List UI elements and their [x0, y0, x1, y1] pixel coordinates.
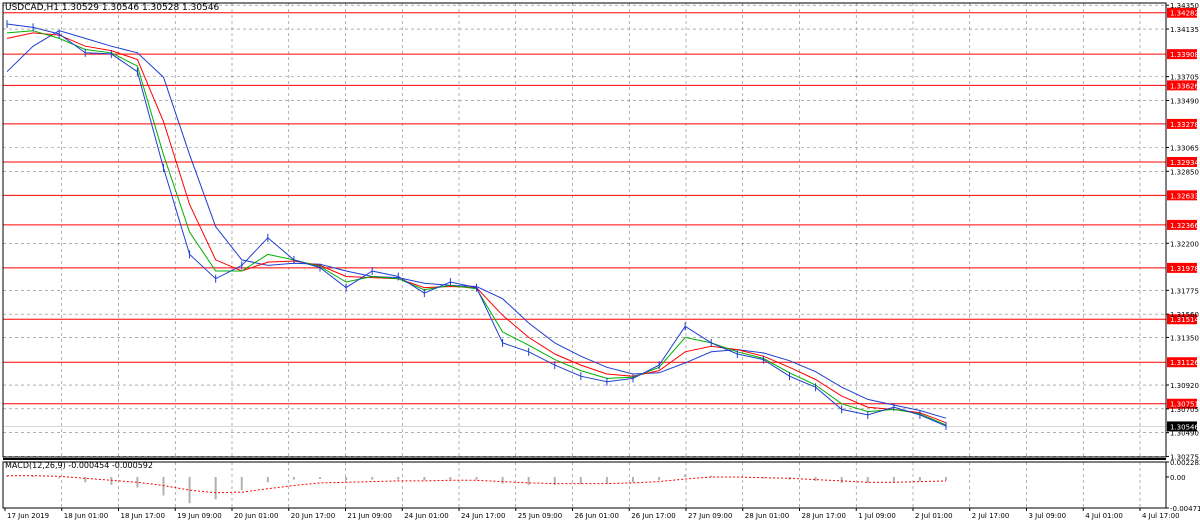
y-tick-label: 1.30705: [1170, 406, 1199, 414]
price-level-label: 1.32934: [1170, 159, 1199, 167]
ma-fast: [6, 30, 947, 426]
y-tick-label: 1.33705: [1170, 74, 1199, 82]
y-tick-label: 1.32850: [1170, 168, 1199, 176]
macd-y-tick-label: -0.004718: [1170, 505, 1200, 513]
axes: 17 Jun 2019 18 Jun 01:00 18 Jun 17:00 19 Ju…: [2, 2, 1200, 520]
price-level-label: 1.32633: [1170, 192, 1199, 200]
y-tick-label: 1.33065: [1170, 145, 1199, 153]
macd-label: MACD(12,26,9) -0.000454 -0.000592: [5, 461, 153, 470]
macd-panel: [6, 474, 947, 504]
price-level-label: 1.32366: [1170, 222, 1199, 230]
x-tick-label: 1 Jul 09:00: [858, 512, 896, 520]
grid: [3, 3, 1166, 508]
x-tick-label: 28 Jun 01:00: [745, 512, 789, 520]
x-tick-label: 3 Jul 09:00: [1029, 512, 1067, 520]
x-tick-label: 24 Jun 01:00: [404, 512, 448, 520]
price-level-label: 1.33278: [1170, 121, 1199, 129]
horizontal-levels: 1.34282 1.33908 1.33626 1.33278 1.32934 1.326…: [3, 7, 1199, 432]
y-tick-label: 1.34350: [1170, 2, 1199, 10]
price-level-label: 1.33908: [1170, 51, 1199, 59]
x-tick-label: 17 Jun 2019: [7, 512, 49, 520]
y-tick-label: 1.30920: [1170, 382, 1199, 390]
y-tick-label: 1.34135: [1170, 26, 1199, 34]
main-frame: [2, 2, 1167, 458]
y-tick-label: 1.31350: [1170, 334, 1199, 342]
x-tick-label: 25 Jun 09:00: [518, 512, 562, 520]
ma-mid: [6, 32, 947, 424]
x-tick-label: 2 Jul 01:00: [915, 512, 953, 520]
x-tick-label: 18 Jun 01:00: [64, 512, 108, 520]
price-level-label: 1.31978: [1170, 265, 1199, 273]
macd-y-tick-label: 0.002282: [1170, 459, 1200, 467]
x-tick-label: 26 Jun 01:00: [575, 512, 619, 520]
chart-window[interactable]: 1.34282 1.33908 1.33626 1.33278 1.32934 1.326…: [0, 0, 1200, 523]
price-level-label: 1.31126: [1170, 359, 1199, 367]
chart-title: USDCAD,H1 1.30529 1.30546 1.30528 1.3054…: [5, 3, 220, 13]
price-level-label: 1.33626: [1170, 82, 1199, 90]
x-tick-label: 24 Jun 17:00: [461, 512, 505, 520]
y-tick-label: 1.30490: [1170, 430, 1199, 438]
x-tick-label: 27 Jun 09:00: [688, 512, 732, 520]
x-tick-label: 26 Jun 17:00: [631, 512, 675, 520]
y-tick-label: 1.31560: [1170, 311, 1199, 319]
macd-y-tick-label: 0.00: [1170, 474, 1186, 482]
y-tick-label: 1.33490: [1170, 97, 1199, 105]
x-tick-label: 18 Jun 17:00: [121, 512, 165, 520]
ma-fast-line: [6, 30, 947, 426]
x-tick-label: 4 Jul 17:00: [1142, 512, 1180, 520]
x-tick-label: 20 Jun 17:00: [291, 512, 335, 520]
y-tick-label: 1.31775: [1170, 287, 1199, 295]
x-tick-label: 28 Jun 17:00: [802, 512, 846, 520]
ma-mid-line: [6, 32, 947, 424]
y-tick-label: 1.32200: [1170, 240, 1199, 248]
x-tick-label: 21 Jun 09:00: [348, 512, 392, 520]
x-tick-label: 19 Jun 09:00: [177, 512, 221, 520]
x-tick-label: 2 Jul 17:00: [972, 512, 1010, 520]
macd-frame: [2, 461, 1167, 509]
x-tick-label: 4 Jul 01:00: [1085, 512, 1123, 520]
price-level-label: 1.34282: [1170, 10, 1199, 18]
chart-canvas[interactable]: 1.34282 1.33908 1.33626 1.33278 1.32934 1.326…: [0, 0, 1200, 523]
x-tick-label: 20 Jun 01:00: [234, 512, 278, 520]
